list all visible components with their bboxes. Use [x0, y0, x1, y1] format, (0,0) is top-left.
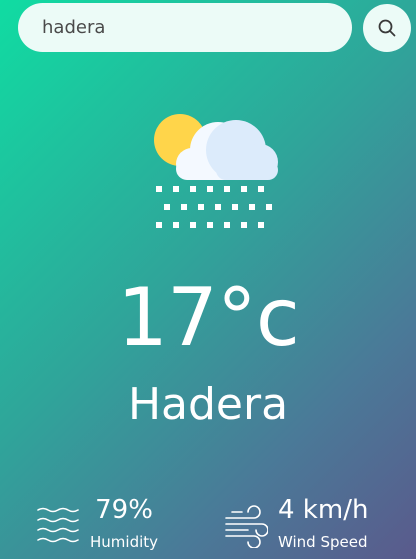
snow-dot: [224, 222, 230, 228]
snow-dot: [198, 204, 204, 210]
search-button[interactable]: [363, 4, 411, 52]
wind-stat: 4 km/h Wind Speed: [224, 494, 368, 552]
snow-dot: [173, 186, 179, 192]
temperature: 17°c: [117, 271, 300, 364]
snow-dot: [207, 186, 213, 192]
snow-dot: [156, 186, 162, 192]
snow-dot: [258, 222, 264, 228]
snow-dot: [241, 186, 247, 192]
search-bar[interactable]: [18, 3, 352, 52]
snow-dot: [266, 204, 272, 210]
snow-dot: [224, 186, 230, 192]
wind-icon: [225, 505, 268, 548]
snow-dot: [181, 204, 187, 210]
snow-dot: [232, 204, 238, 210]
snow-dots: [156, 186, 272, 228]
humidity-stat: 79% Humidity: [36, 494, 158, 552]
snow-dot: [249, 204, 255, 210]
snow-dot: [190, 222, 196, 228]
city-name: Hadera: [127, 379, 289, 430]
snow-dot: [173, 222, 179, 228]
snow-dot: [258, 186, 264, 192]
wind-value: 4 km/h: [278, 495, 369, 525]
humidity-value: 79%: [95, 495, 153, 525]
snow-dot: [156, 222, 162, 228]
snow-dot: [190, 186, 196, 192]
snow-dot: [241, 222, 247, 228]
humidity-label: Humidity: [90, 533, 159, 551]
snow-dot: [215, 204, 221, 210]
snow-dot: [207, 222, 213, 228]
snow-dot: [164, 204, 170, 210]
humidity-waves-icon: [37, 507, 79, 543]
search-icon: [378, 19, 396, 37]
wind-label: Wind Speed: [278, 533, 368, 551]
search-input[interactable]: [42, 17, 322, 38]
partly-cloudy-snow-icon: [154, 114, 278, 228]
